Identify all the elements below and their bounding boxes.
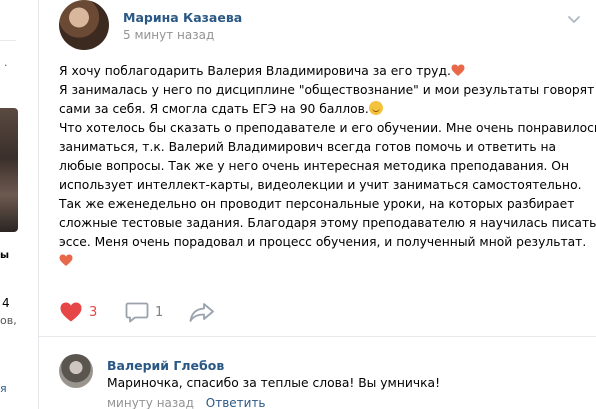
post-text-line [59, 252, 579, 271]
sidebar-count: 4 [2, 296, 10, 310]
post-text-line: эссе. Меня очень порадовал и процесс обу… [59, 235, 587, 249]
post-time[interactable]: 5 минут назад [123, 28, 214, 42]
sidebar-photo[interactable] [0, 108, 18, 232]
comment-icon [125, 302, 149, 323]
smile-emoji-icon [368, 101, 383, 115]
post-actions: 3 1 [59, 298, 579, 328]
post-text-line: использует интеллект-карты, видеолекции … [59, 178, 582, 192]
chevron-down-icon[interactable] [567, 12, 581, 26]
sidebar-label: ы [0, 250, 10, 261]
heart-emoji-icon [451, 64, 465, 76]
sidebar-link[interactable]: я [0, 382, 7, 395]
post-text: Я хочу поблагодарить Валерия Владимирови… [59, 62, 596, 271]
reply-button[interactable]: Ответить [206, 396, 266, 409]
comment-time[interactable]: минуту назад [107, 396, 194, 409]
post-text-line: заниматься, т.к. Валерий Владимирович вс… [59, 140, 557, 154]
comment-author[interactable]: Валерий Глебов [107, 358, 224, 373]
left-sidebar-fragment: . ы 4 ов, я [0, 0, 38, 409]
avatar[interactable] [59, 0, 109, 50]
post-text-line: любые вопросы. Так же у него очень интер… [59, 159, 570, 173]
divider [0, 40, 16, 41]
like-button[interactable]: 3 [59, 298, 97, 326]
comment-count: 1 [155, 304, 164, 320]
heart-icon [60, 302, 82, 322]
post-text-line: Что хотелось бы сказать о преподавателе … [59, 121, 596, 135]
post-text-line: сами за себя. Я смогла сдать ЕГЭ на 90 б… [59, 100, 579, 119]
comment-meta: минуту назад Ответить [107, 396, 266, 409]
divider [39, 336, 596, 337]
post-text-line: Так же еженедельно он проводит персональ… [59, 197, 575, 211]
post-card: Марина Казаева 5 минут назад Я хочу побл… [38, 0, 596, 409]
share-button[interactable] [189, 298, 215, 326]
heart-emoji-icon [59, 254, 73, 266]
comment-item: Валерий Глебов Мариночка, спасибо за теп… [59, 346, 579, 409]
post-text-line: Я хочу поблагодарить Валерия Владимирови… [59, 62, 579, 81]
post-author[interactable]: Марина Казаева [123, 10, 242, 25]
post-text-line: Я занималась у него по дисциплине "общес… [59, 83, 595, 97]
post-header: Марина Казаева 5 минут назад [59, 0, 589, 56]
sidebar-mark: . [4, 56, 8, 69]
sidebar-label: ов, [0, 314, 17, 327]
like-count: 3 [89, 304, 98, 320]
avatar[interactable] [59, 354, 93, 388]
post-text-line: сложные тестовые задания. Благодаря этом… [59, 216, 596, 230]
comment-text: Мариночка, спасибо за теплые слова! Вы у… [107, 376, 441, 390]
share-icon [189, 303, 214, 322]
comment-button[interactable]: 1 [125, 298, 163, 326]
